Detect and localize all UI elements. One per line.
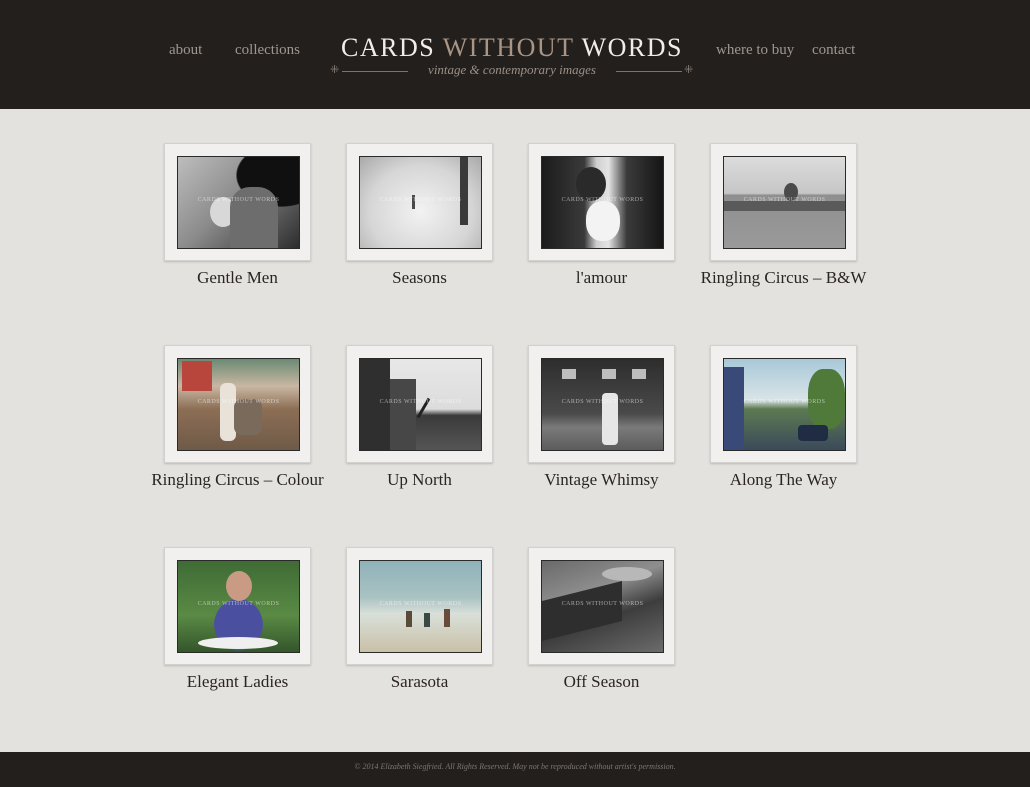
logo-word-2: WITHOUT	[442, 33, 575, 62]
collection-title[interactable]: Off Season	[508, 672, 695, 692]
thumbnail-frame: CARDS WITHOUT WORDS	[346, 547, 493, 665]
collection-thumbnail[interactable]: CARDS WITHOUT WORDS	[723, 358, 846, 451]
thumbnail-frame: CARDS WITHOUT WORDS	[710, 143, 857, 261]
collection-title[interactable]: Elegant Ladies	[144, 672, 331, 692]
logo-word-3: WORDS	[581, 33, 683, 62]
watermark: CARDS WITHOUT WORDS	[197, 399, 280, 405]
nav-collections[interactable]: collections	[235, 42, 300, 59]
collection-title[interactable]: Along The Way	[690, 470, 877, 490]
collection-thumbnail[interactable]: CARDS WITHOUT WORDS	[541, 560, 664, 653]
watermark: CARDS WITHOUT WORDS	[379, 601, 462, 607]
watermark: CARDS WITHOUT WORDS	[561, 197, 644, 203]
collection-title[interactable]: l'amour	[508, 268, 695, 288]
watermark: CARDS WITHOUT WORDS	[561, 601, 644, 607]
collection-title[interactable]: Sarasota	[326, 672, 513, 692]
thumbnail-frame: CARDS WITHOUT WORDS	[710, 345, 857, 463]
collection-thumbnail[interactable]: CARDS WITHOUT WORDS	[359, 560, 482, 653]
site-footer: © 2014 Elizabeth Siegfried. All Rights R…	[0, 752, 1030, 787]
copyright-notice: © 2014 Elizabeth Siegfried. All Rights R…	[354, 762, 676, 771]
thumbnail-frame: CARDS WITHOUT WORDS	[528, 547, 675, 665]
collection-title[interactable]: Ringling Circus – B&W	[690, 268, 877, 288]
watermark: CARDS WITHOUT WORDS	[197, 601, 280, 607]
thumbnail-frame: CARDS WITHOUT WORDS	[164, 345, 311, 463]
thumbnail-frame: CARDS WITHOUT WORDS	[164, 547, 311, 665]
collection-thumbnail[interactable]: CARDS WITHOUT WORDS	[177, 560, 300, 653]
logo-tagline-row: ⁜ vintage & contemporary images ⁜	[330, 62, 694, 80]
thumbnail-frame: CARDS WITHOUT WORDS	[346, 345, 493, 463]
logo-word-1: CARDS	[341, 33, 436, 62]
thumbnail-frame: CARDS WITHOUT WORDS	[528, 345, 675, 463]
thumbnail-frame: CARDS WITHOUT WORDS	[164, 143, 311, 261]
collection-thumbnail[interactable]: CARDS WITHOUT WORDS	[541, 156, 664, 249]
collection-title[interactable]: Gentle Men	[144, 268, 331, 288]
ornament-right-icon: ⁜	[684, 63, 694, 76]
ornament-left-icon: ⁜	[330, 63, 340, 76]
site-header: about collections CARDS WITHOUT WORDS ⁜ …	[0, 0, 1030, 109]
collection-title[interactable]: Up North	[326, 470, 513, 490]
collection-thumbnail[interactable]: CARDS WITHOUT WORDS	[359, 156, 482, 249]
collection-thumbnail[interactable]: CARDS WITHOUT WORDS	[541, 358, 664, 451]
thumbnail-frame: CARDS WITHOUT WORDS	[528, 143, 675, 261]
nav-contact[interactable]: contact	[812, 42, 855, 59]
site-logo[interactable]: CARDS WITHOUT WORDS	[338, 33, 686, 63]
logo-tagline: vintage & contemporary images	[428, 62, 596, 77]
collection-title[interactable]: Vintage Whimsy	[508, 470, 695, 490]
collection-title[interactable]: Seasons	[326, 268, 513, 288]
watermark: CARDS WITHOUT WORDS	[743, 197, 826, 203]
collection-thumbnail[interactable]: CARDS WITHOUT WORDS	[177, 358, 300, 451]
watermark: CARDS WITHOUT WORDS	[743, 399, 826, 405]
tagline-rule-left	[342, 71, 408, 72]
nav-about[interactable]: about	[169, 42, 202, 59]
tagline-rule-right	[616, 71, 682, 72]
nav-where-to-buy[interactable]: where to buy	[716, 42, 794, 59]
collection-thumbnail[interactable]: CARDS WITHOUT WORDS	[359, 358, 482, 451]
watermark: CARDS WITHOUT WORDS	[561, 399, 644, 405]
watermark: CARDS WITHOUT WORDS	[379, 399, 462, 405]
watermark: CARDS WITHOUT WORDS	[379, 197, 462, 203]
collection-thumbnail[interactable]: CARDS WITHOUT WORDS	[723, 156, 846, 249]
collection-thumbnail[interactable]: CARDS WITHOUT WORDS	[177, 156, 300, 249]
thumbnail-frame: CARDS WITHOUT WORDS	[346, 143, 493, 261]
watermark: CARDS WITHOUT WORDS	[197, 197, 280, 203]
collection-title[interactable]: Ringling Circus – Colour	[144, 470, 331, 490]
